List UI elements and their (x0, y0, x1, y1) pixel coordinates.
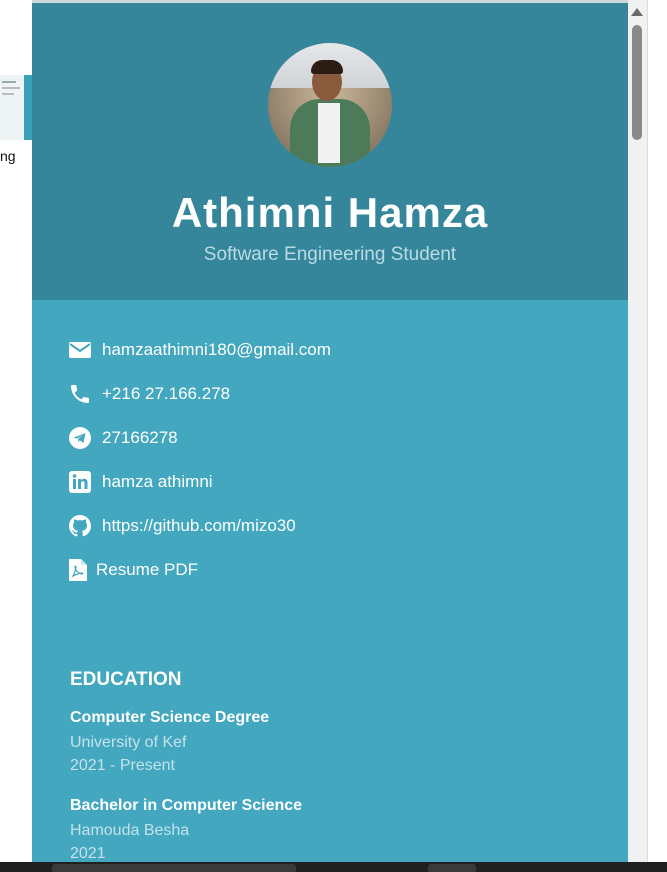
contact-github[interactable]: https://github.com/mizo30 (68, 514, 296, 538)
linkedin-icon (68, 470, 92, 494)
contact-phone-text: +216 27.166.278 (102, 384, 231, 403)
envelope-icon (68, 338, 92, 362)
education-year: 2021 (70, 845, 106, 862)
contact-telegram[interactable]: 27166278 (68, 426, 178, 450)
contact-github-text: https://github.com/mizo30 (102, 516, 296, 535)
contact-phone[interactable]: +216 27.166.278 (68, 382, 230, 406)
scroll-up-arrow-icon[interactable] (631, 8, 643, 16)
education-school: University of Kef (70, 734, 187, 751)
contact-linkedin-text: hamza athimni (102, 472, 213, 491)
education-item: Computer Science Degree University of Ke… (70, 709, 269, 777)
background-window-text: ng (0, 148, 16, 164)
background-window[interactable]: ng (0, 0, 33, 872)
taskbar-item[interactable] (52, 864, 296, 872)
taskbar-item[interactable] (428, 864, 476, 872)
education-heading: EDUCATION (70, 669, 182, 690)
profile-title: Software Engineering Student (203, 244, 457, 265)
contact-email-text: hamzaathimni180@gmail.com (102, 340, 331, 359)
profile-header: Athimni Hamza Software Engineering Stude… (32, 0, 628, 300)
education-degree: Computer Science Degree (70, 709, 270, 726)
contact-telegram-text: 27166278 (102, 428, 178, 447)
contact-email[interactable]: hamzaathimni180@gmail.com (68, 338, 331, 362)
vertical-scrollbar[interactable] (628, 0, 647, 862)
window-edge (647, 0, 667, 862)
contact-linkedin[interactable]: hamza athimni (68, 470, 213, 494)
scrollbar-thumb[interactable] (632, 25, 642, 140)
education-degree: Bachelor in Computer Science (70, 797, 303, 814)
education-school: Hamouda Besha (70, 822, 190, 839)
window-thumbnail (0, 75, 32, 140)
telegram-icon (68, 426, 92, 450)
avatar (268, 43, 392, 167)
resume-card: Athimni Hamza Software Engineering Stude… (32, 0, 628, 862)
education-year: 2021 - Present (70, 757, 175, 774)
github-icon (68, 514, 92, 538)
pdf-file-icon (68, 558, 88, 582)
contact-resume-pdf-text: Resume PDF (96, 560, 199, 579)
profile-name: Athimni Hamza (171, 189, 489, 236)
contact-resume-pdf[interactable]: Resume PDF (68, 558, 198, 582)
education-item: Bachelor in Computer Science Hamouda Bes… (70, 797, 302, 862)
phone-icon (68, 382, 92, 406)
